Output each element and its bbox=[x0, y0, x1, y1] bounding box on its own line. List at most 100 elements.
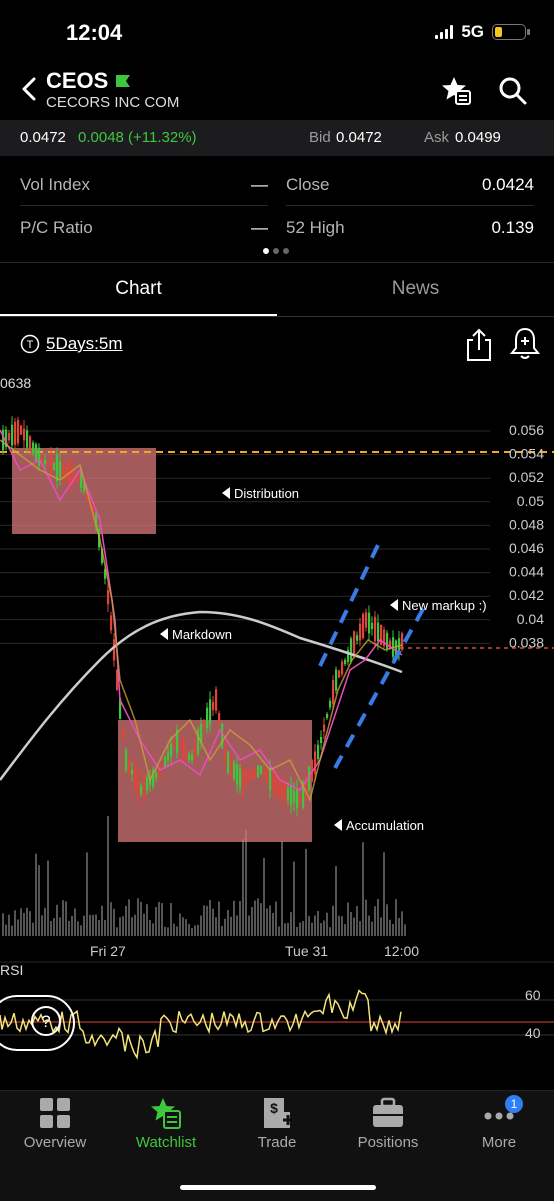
watchlist-add-icon[interactable] bbox=[440, 74, 474, 108]
volume-bar bbox=[128, 899, 130, 936]
volume-bar bbox=[374, 906, 376, 936]
volume-bar bbox=[26, 907, 28, 936]
candle-body bbox=[341, 661, 344, 675]
volume-bar bbox=[251, 906, 253, 936]
candle-body bbox=[365, 612, 368, 628]
volume-bar bbox=[191, 927, 193, 936]
nav-watchlist[interactable]: Watchlist bbox=[111, 1096, 221, 1151]
nav-overview[interactable]: Overview bbox=[0, 1096, 110, 1151]
candle-body bbox=[59, 461, 62, 478]
nav-trade[interactable]: $ Trade bbox=[222, 1096, 332, 1151]
candle-body bbox=[17, 419, 20, 444]
candle-body bbox=[113, 639, 116, 661]
page-indicator[interactable] bbox=[263, 248, 289, 254]
tab-news[interactable]: News bbox=[277, 278, 554, 300]
volume-bar bbox=[197, 924, 199, 936]
network-label: 5G bbox=[461, 22, 484, 41]
share-icon[interactable] bbox=[462, 328, 496, 362]
period-selector[interactable]: 5Days:5m bbox=[46, 334, 123, 354]
volume-bar bbox=[71, 915, 73, 936]
candle-body bbox=[368, 612, 371, 634]
volume-bar bbox=[287, 922, 289, 936]
candle-body bbox=[326, 713, 329, 719]
annotation-accumulation-text: Accumulation bbox=[346, 818, 424, 833]
volume-bar bbox=[23, 913, 25, 936]
volume-bar bbox=[14, 910, 16, 936]
y-tick-label: 0.046 bbox=[509, 540, 544, 556]
volume-bar bbox=[41, 915, 43, 936]
candle-body bbox=[194, 741, 197, 758]
volume-bar bbox=[164, 926, 166, 936]
home-indicator[interactable] bbox=[180, 1185, 376, 1190]
volume-bar bbox=[188, 923, 190, 936]
candle-body bbox=[44, 459, 47, 465]
x-label-1200: 12:00 bbox=[384, 943, 419, 959]
candle-body bbox=[23, 428, 26, 441]
candle-body bbox=[254, 769, 257, 777]
candle-body bbox=[338, 670, 341, 678]
volume-bar bbox=[95, 914, 97, 936]
alert-bell-icon[interactable] bbox=[508, 326, 542, 360]
candle-body bbox=[314, 751, 317, 774]
candle-body bbox=[131, 769, 134, 775]
volume-bar bbox=[152, 923, 154, 936]
candle-body bbox=[203, 721, 206, 729]
volume-bar bbox=[335, 866, 337, 936]
annotation-markup: New markup :) bbox=[390, 598, 487, 613]
volume-bar bbox=[113, 908, 115, 936]
candle-body bbox=[266, 768, 269, 784]
volume-bar bbox=[350, 911, 352, 936]
candle-body bbox=[206, 707, 209, 729]
annotation-distribution-text: Distribution bbox=[234, 486, 299, 501]
candle-body bbox=[386, 632, 389, 650]
volume-bar bbox=[74, 908, 76, 936]
volume-bar bbox=[380, 917, 382, 936]
volume-bar bbox=[362, 842, 364, 936]
chart-top-label: 0638 bbox=[0, 375, 31, 391]
time-period-icon[interactable]: T bbox=[20, 334, 40, 354]
candle-body bbox=[179, 743, 182, 748]
volume-bar bbox=[212, 908, 214, 936]
volume-bar bbox=[206, 905, 208, 936]
volume-bar bbox=[50, 921, 52, 936]
volume-bar bbox=[209, 900, 211, 936]
candle-body bbox=[29, 436, 32, 451]
candle-body bbox=[293, 790, 296, 803]
nav-more[interactable]: More bbox=[444, 1096, 554, 1151]
candle-body bbox=[182, 736, 185, 763]
vol-index-value: — bbox=[251, 175, 268, 194]
candle-body bbox=[233, 762, 236, 779]
close-label: Close bbox=[286, 175, 330, 194]
volume-bar bbox=[137, 898, 139, 936]
volume-bar bbox=[296, 926, 298, 936]
volume-bar bbox=[200, 915, 202, 936]
nav-overview-label: Overview bbox=[23, 1134, 87, 1151]
volume-bar bbox=[221, 925, 223, 936]
volume-bar bbox=[101, 905, 103, 936]
volume-bar bbox=[176, 926, 178, 936]
volume-bar bbox=[68, 920, 70, 936]
volume-bar bbox=[107, 815, 109, 936]
candle-body bbox=[50, 455, 53, 475]
volume-bar bbox=[329, 927, 331, 936]
volume-bar bbox=[284, 923, 286, 936]
volume-bar bbox=[371, 921, 373, 936]
candle-body bbox=[296, 788, 299, 808]
volume-bar bbox=[161, 903, 163, 936]
candle-body bbox=[56, 455, 59, 481]
nav-positions[interactable]: Positions bbox=[333, 1096, 443, 1151]
volume-bar bbox=[263, 857, 265, 936]
y-axis-labels: 0.056 0.054 0.052 0.05 0.048 0.046 0.044 0.042 0… bbox=[509, 422, 544, 650]
tab-chart[interactable]: Chart bbox=[0, 278, 277, 300]
volume-bar bbox=[404, 924, 406, 936]
volume-bar bbox=[275, 901, 277, 936]
volume-bar bbox=[194, 925, 196, 936]
volume-bar bbox=[227, 909, 229, 936]
volume-bar bbox=[311, 922, 313, 936]
search-icon[interactable] bbox=[496, 74, 530, 108]
candle-body bbox=[260, 766, 263, 774]
price-chart[interactable]: 0.056 0.054 0.052 0.05 0.048 0.046 0.044 0.042 0… bbox=[0, 370, 554, 1090]
back-arrow-icon[interactable] bbox=[16, 74, 46, 104]
volume-bar bbox=[317, 910, 319, 936]
annotation-markdown-text: Markdown bbox=[172, 627, 232, 642]
